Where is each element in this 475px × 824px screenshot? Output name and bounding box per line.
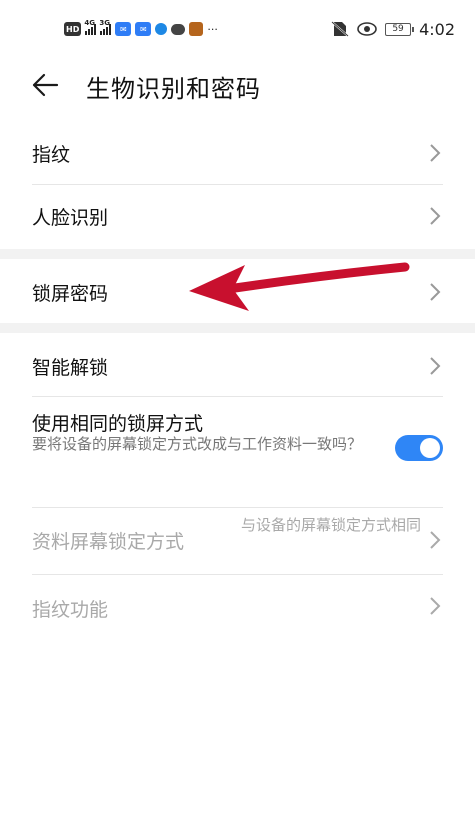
status-bar-system: 59 4:02 bbox=[331, 18, 455, 40]
header: 生物识别和密码 bbox=[0, 60, 475, 110]
list-item-fingerprint[interactable]: 指纹 bbox=[0, 122, 475, 184]
page-title: 生物识别和密码 bbox=[86, 75, 261, 103]
hd-icon: HD bbox=[64, 22, 82, 36]
toggle-knob bbox=[420, 438, 440, 458]
signal-3g-label: 3G bbox=[99, 19, 110, 27]
eye-comfort-icon bbox=[357, 22, 377, 36]
clock: 4:02 bbox=[419, 19, 455, 39]
app-notification-icon: ✉ bbox=[115, 22, 132, 36]
status-bar: HD 4G 3G ✉ ✉ ··· 59 4:02 bbox=[0, 0, 475, 58]
back-arrow-icon bbox=[32, 73, 59, 97]
list-item-fingerprint-functions[interactable]: 指纹功能 bbox=[0, 575, 475, 637]
signal-4g-label: 4G bbox=[84, 19, 95, 27]
chevron-right-icon bbox=[429, 143, 441, 163]
screen: HD 4G 3G ✉ ✉ ··· 59 4:02 生物识别和密码 指纹 人脸识别… bbox=[0, 0, 475, 824]
list-item-label: 指纹功能 bbox=[32, 599, 109, 621]
chevron-right-icon bbox=[429, 206, 441, 226]
list-item-label: 智能解锁 bbox=[32, 357, 109, 379]
browser-icon bbox=[155, 23, 168, 35]
list-item-label: 资料屏幕锁定方式 bbox=[32, 531, 185, 553]
chevron-right-icon bbox=[429, 596, 441, 616]
battery-level: 59 bbox=[392, 23, 404, 34]
back-button[interactable] bbox=[30, 70, 60, 100]
signal-3g-icon: 3G bbox=[99, 19, 112, 35]
chevron-right-icon bbox=[429, 282, 441, 302]
battery-icon: 59 bbox=[385, 22, 415, 36]
list-item-description: 要将设备的屏幕锁定方式改成与工作资料一致吗？ bbox=[32, 435, 363, 453]
wechat-icon bbox=[171, 23, 186, 35]
list-item-profile-screen-lock[interactable]: 资料屏幕锁定方式 与设备的屏幕锁定方式相同 bbox=[0, 508, 475, 574]
list-item-smart-unlock[interactable]: 智能解锁 bbox=[0, 333, 475, 395]
annotation-arrow-icon bbox=[189, 262, 410, 311]
more-notifications-icon: ··· bbox=[207, 22, 218, 36]
same-lock-toggle[interactable] bbox=[395, 435, 443, 461]
chevron-right-icon bbox=[429, 530, 441, 550]
app-notification-icon: ✉ bbox=[135, 22, 152, 36]
list-item-value: 与设备的屏幕锁定方式相同 bbox=[240, 516, 421, 534]
list-item-face-recognition[interactable]: 人脸识别 bbox=[0, 185, 475, 247]
section-divider bbox=[0, 323, 475, 333]
chevron-right-icon bbox=[429, 356, 441, 376]
list-item-label: 锁屏密码 bbox=[32, 283, 109, 305]
list-item-same-lock-method[interactable]: 使用相同的锁屏方式 要将设备的屏幕锁定方式改成与工作资料一致吗？ bbox=[0, 397, 475, 497]
list-item-label: 人脸识别 bbox=[32, 207, 109, 229]
signal-4g-icon: 4G bbox=[84, 19, 97, 35]
list-item-label: 指纹 bbox=[32, 144, 71, 166]
game-icon bbox=[189, 22, 204, 36]
status-bar-notifications: HD 4G 3G ✉ ✉ ··· bbox=[64, 19, 218, 38]
no-sim-icon bbox=[331, 21, 349, 37]
